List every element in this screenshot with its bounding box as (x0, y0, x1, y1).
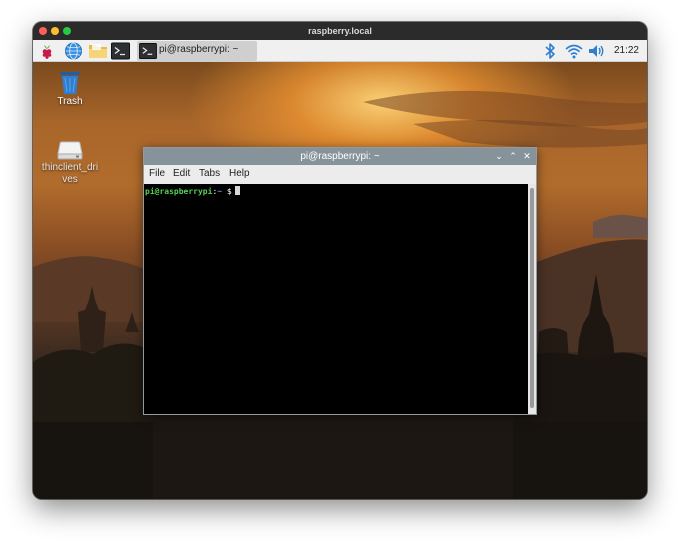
host-window-title: raspberry.local (308, 26, 372, 36)
scrollbar-thumb[interactable] (530, 188, 534, 408)
file-manager-folder-icon[interactable] (88, 42, 108, 60)
close-window-button[interactable] (39, 27, 47, 35)
terminal-scrollbar[interactable] (528, 184, 536, 414)
command-prompt: pi@raspberrypi:~ $ (145, 186, 240, 196)
taskbar-button-label: pi@raspberrypi: ~ (159, 44, 239, 55)
desktop-icon-label: Trash (57, 96, 83, 107)
prompt-user-host: pi@raspberrypi (145, 187, 213, 196)
terminal-menubar: File Edit Tabs Help (144, 165, 536, 184)
wifi-icon[interactable] (565, 42, 583, 60)
menu-edit[interactable]: Edit (173, 168, 190, 179)
taskbar-button-terminal[interactable]: pi@raspberrypi: ~ (137, 41, 257, 61)
terminal-icon[interactable] (111, 42, 130, 60)
minimize-window-button[interactable] (51, 27, 59, 35)
desktop-wallpaper[interactable]: Trash thinclient_driv​es pi@raspberrypi:… (33, 62, 647, 499)
remote-desktop-window: raspberry.local (33, 22, 647, 499)
trash-icon (60, 72, 80, 94)
host-window-titlebar[interactable]: raspberry.local (33, 22, 647, 40)
text-cursor (234, 186, 240, 195)
minimize-button[interactable]: ⌄ (492, 148, 506, 165)
terminal-titlebar[interactable]: pi@raspberrypi: ~ ⌄ ⌃ ✕ (144, 148, 536, 165)
prompt-symbol: $ (222, 187, 232, 196)
terminal-icon (139, 43, 157, 59)
clock[interactable]: 21:22 (614, 45, 639, 56)
terminal-window[interactable]: pi@raspberrypi: ~ ⌄ ⌃ ✕ File Edit Tabs H… (143, 147, 537, 415)
terminal-output[interactable]: pi@raspberrypi:~ $ (144, 184, 528, 414)
zoom-window-button[interactable] (63, 27, 71, 35)
terminal-title: pi@raspberrypi: ~ (300, 151, 380, 162)
desktop-icon-thinclient-drives[interactable]: thinclient_driv​es (40, 138, 100, 186)
globe-browser-icon[interactable] (64, 42, 83, 60)
menu-file[interactable]: File (149, 168, 165, 179)
maximize-button[interactable]: ⌃ (506, 148, 520, 165)
taskbar-panel: pi@raspberrypi: ~ 21:22 (33, 40, 647, 62)
menu-tabs[interactable]: Tabs (199, 168, 220, 179)
desktop-icon-label: thinclient_driv​es (41, 162, 99, 185)
bluetooth-icon[interactable] (544, 42, 556, 60)
volume-icon[interactable] (588, 42, 606, 60)
raspberry-menu-icon[interactable] (38, 42, 56, 60)
menu-help[interactable]: Help (229, 168, 250, 179)
close-button[interactable]: ✕ (520, 148, 534, 165)
drive-icon (57, 141, 83, 160)
desktop-icon-trash[interactable]: Trash (40, 68, 100, 108)
